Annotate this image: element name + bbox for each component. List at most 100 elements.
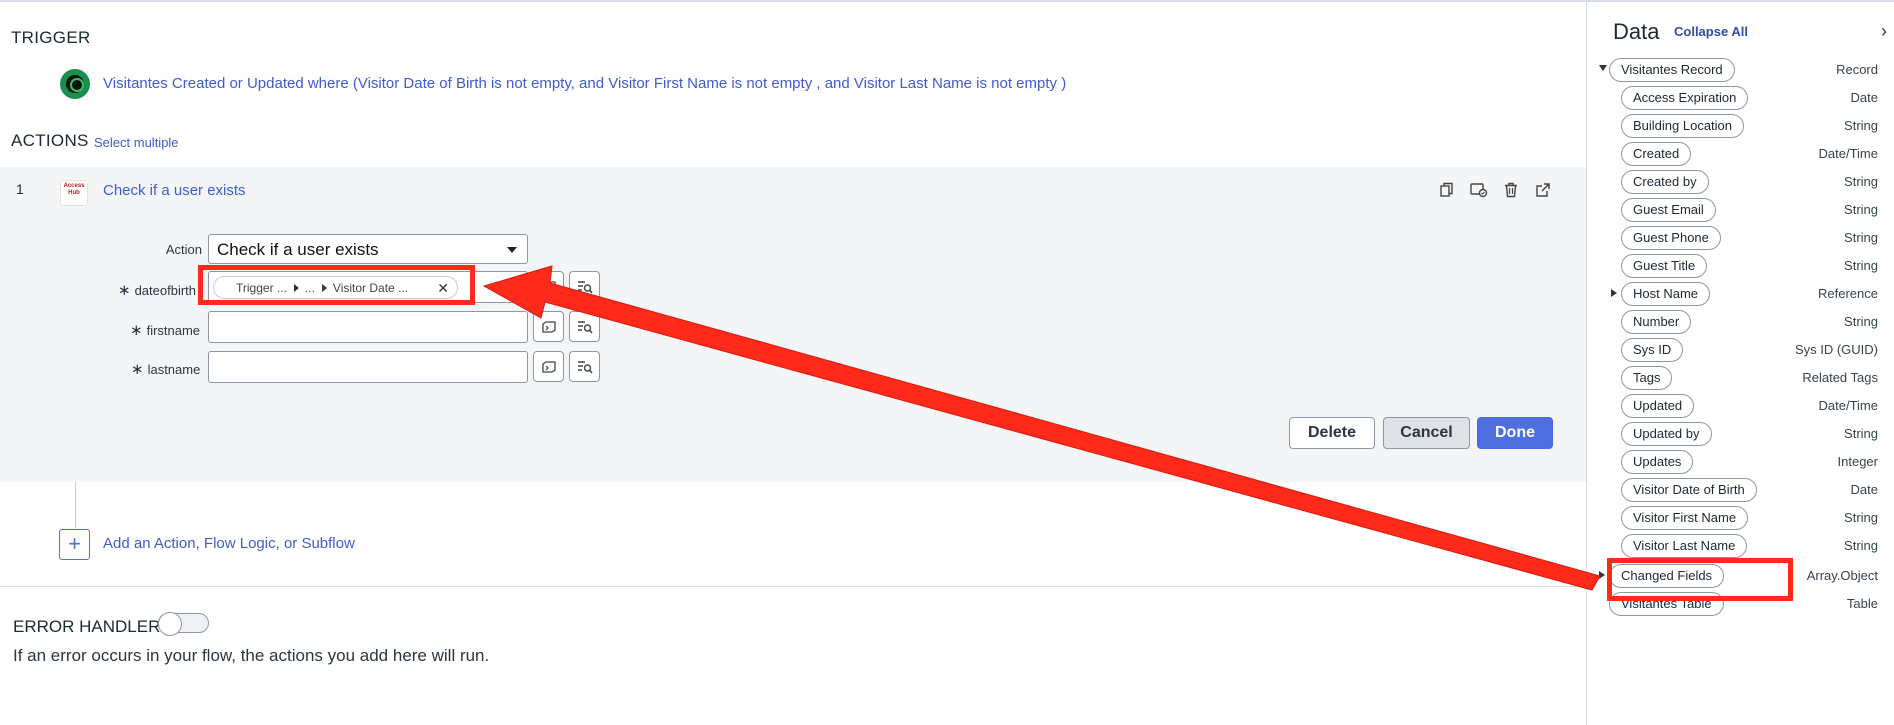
annotation-highlight-dob-input [198, 265, 475, 305]
script-icon [541, 280, 556, 293]
lastname-label-text: lastname [147, 362, 201, 377]
data-pill-row: Visitantes Record Record [1587, 58, 1894, 82]
data-pill[interactable]: Created by [1621, 170, 1709, 194]
data-panel: Data Collapse All › Visitantes Record Rec… [1586, 2, 1894, 725]
data-pill-row: Tags Related Tags [1587, 366, 1894, 390]
step-title-link[interactable]: Check if a user exists [103, 182, 246, 199]
step-toolbar [1438, 181, 1552, 199]
test-action-icon[interactable] [1470, 181, 1488, 199]
trash-icon[interactable] [1502, 181, 1520, 199]
actions-heading: ACTIONS [11, 131, 89, 150]
plus-icon: + [68, 531, 81, 556]
data-pill[interactable]: Access Expiration [1621, 86, 1749, 110]
delete-button[interactable]: Delete [1289, 417, 1375, 449]
data-pill[interactable]: Building Location [1621, 114, 1745, 138]
data-type-label: Record [1836, 62, 1878, 77]
firstname-label-text: firstname [146, 323, 201, 338]
data-pill[interactable]: Guest Email [1621, 198, 1716, 222]
data-pill[interactable]: Visitantes Record [1609, 58, 1735, 82]
data-pill-row: Sys ID Sys ID (GUID) [1587, 338, 1894, 362]
expand-down-icon[interactable] [1599, 65, 1607, 71]
select-multiple-link[interactable]: Select multiple [94, 135, 179, 150]
data-pill-row: Guest Email String [1587, 198, 1894, 222]
data-type-label: Related Tags [1802, 370, 1878, 385]
dateofbirth-label: ∗ dateofbirth [118, 281, 196, 299]
data-picker-icon [577, 320, 593, 334]
firstname-label: ∗ firstname [130, 321, 200, 339]
collapse-panel-chevron-icon[interactable]: › [1881, 21, 1887, 42]
data-type-label: String [1844, 258, 1878, 273]
data-pill[interactable]: Number [1621, 310, 1692, 334]
flow-canvas: TRIGGER Visitantes Created or Updated wh… [0, 2, 1586, 725]
data-type-label: String [1844, 426, 1878, 441]
error-handler-toggle[interactable] [158, 612, 209, 636]
data-pill[interactable]: Host Name [1621, 282, 1711, 306]
open-external-icon[interactable] [1534, 181, 1552, 199]
data-picker-button-lastname[interactable] [569, 351, 600, 382]
data-type-label: Table [1846, 596, 1878, 611]
data-type-label: String [1844, 538, 1878, 553]
data-pill[interactable]: Guest Phone [1621, 226, 1721, 250]
flow-connector-line [75, 482, 76, 528]
data-pill[interactable]: Sys ID [1621, 338, 1684, 362]
dateofbirth-label-text: dateofbirth [134, 283, 197, 298]
data-pill-row: Updates Integer [1587, 450, 1894, 474]
data-pill-row: Guest Title String [1587, 254, 1894, 278]
copy-icon[interactable] [1438, 181, 1456, 199]
data-pill-row: Building Location String [1587, 114, 1894, 138]
action-select[interactable]: Check if a user exists [208, 234, 528, 264]
lastname-input[interactable] [208, 351, 528, 383]
expand-right-icon[interactable] [1611, 289, 1617, 297]
add-step-button[interactable]: + [59, 529, 90, 560]
collapse-all-link[interactable]: Collapse All [1674, 24, 1748, 39]
data-pill-row: Visitor Last Name String [1587, 534, 1894, 558]
data-picker-icon [577, 360, 593, 374]
add-step-link[interactable]: Add an Action, Flow Logic, or Subflow [103, 535, 355, 552]
script-toggle-button-dob[interactable] [533, 271, 564, 302]
data-picker-button-dob[interactable] [569, 271, 600, 302]
data-pill[interactable]: Updated by [1621, 422, 1712, 446]
script-icon [541, 320, 556, 333]
data-pill[interactable]: Updated [1621, 394, 1695, 418]
expand-right-icon[interactable] [1599, 571, 1605, 579]
script-toggle-button-lastname[interactable] [533, 351, 564, 382]
action-step-card: 1 Access Hub Check if a user exists Acti… [0, 167, 1586, 482]
annotation-highlight-visitor-dob [1607, 558, 1793, 601]
data-picker-icon [577, 280, 593, 294]
trigger-description-link[interactable]: Visitantes Created or Updated where (Vis… [103, 75, 1066, 92]
data-type-label: String [1844, 174, 1878, 189]
script-toggle-button-firstname[interactable] [533, 311, 564, 342]
data-pill[interactable]: Tags [1621, 366, 1673, 390]
required-marker: ∗ [130, 322, 143, 339]
data-pill[interactable]: Created [1621, 142, 1692, 166]
data-pill[interactable]: Visitor Last Name [1621, 534, 1748, 558]
data-pill-row: Number String [1587, 310, 1894, 334]
data-pill-row: Host Name Reference [1587, 282, 1894, 306]
trigger-record-icon [60, 69, 90, 99]
chevron-down-icon [507, 247, 517, 253]
script-icon [541, 360, 556, 373]
data-type-label: Reference [1818, 286, 1878, 301]
data-pill[interactable]: Updates [1621, 450, 1694, 474]
data-pill[interactable]: Visitor Date of Birth [1621, 478, 1757, 502]
data-pill[interactable]: Guest Title [1621, 254, 1708, 278]
required-marker: ∗ [131, 361, 144, 378]
data-type-label: String [1844, 230, 1878, 245]
flow-designer: TRIGGER Visitantes Created or Updated wh… [0, 0, 1894, 725]
section-divider [0, 586, 1586, 587]
data-pill-row: Access Expiration Date [1587, 86, 1894, 110]
step-number: 1 [16, 181, 24, 197]
data-pill-row: Visitor First Name String [1587, 506, 1894, 530]
done-button[interactable]: Done [1477, 417, 1553, 449]
data-type-label: Date/Time [1818, 398, 1878, 413]
data-type-label: String [1844, 202, 1878, 217]
data-pill[interactable]: Visitor First Name [1621, 506, 1749, 530]
action-select-value: Check if a user exists [217, 240, 379, 259]
data-picker-button-firstname[interactable] [569, 311, 600, 342]
firstname-input[interactable] [208, 311, 528, 343]
data-type-label: Date [1850, 90, 1878, 105]
data-type-label: Sys ID (GUID) [1794, 342, 1878, 357]
cancel-button[interactable]: Cancel [1383, 417, 1470, 449]
required-marker: ∗ [118, 282, 131, 299]
data-pill-row: Guest Phone String [1587, 226, 1894, 250]
